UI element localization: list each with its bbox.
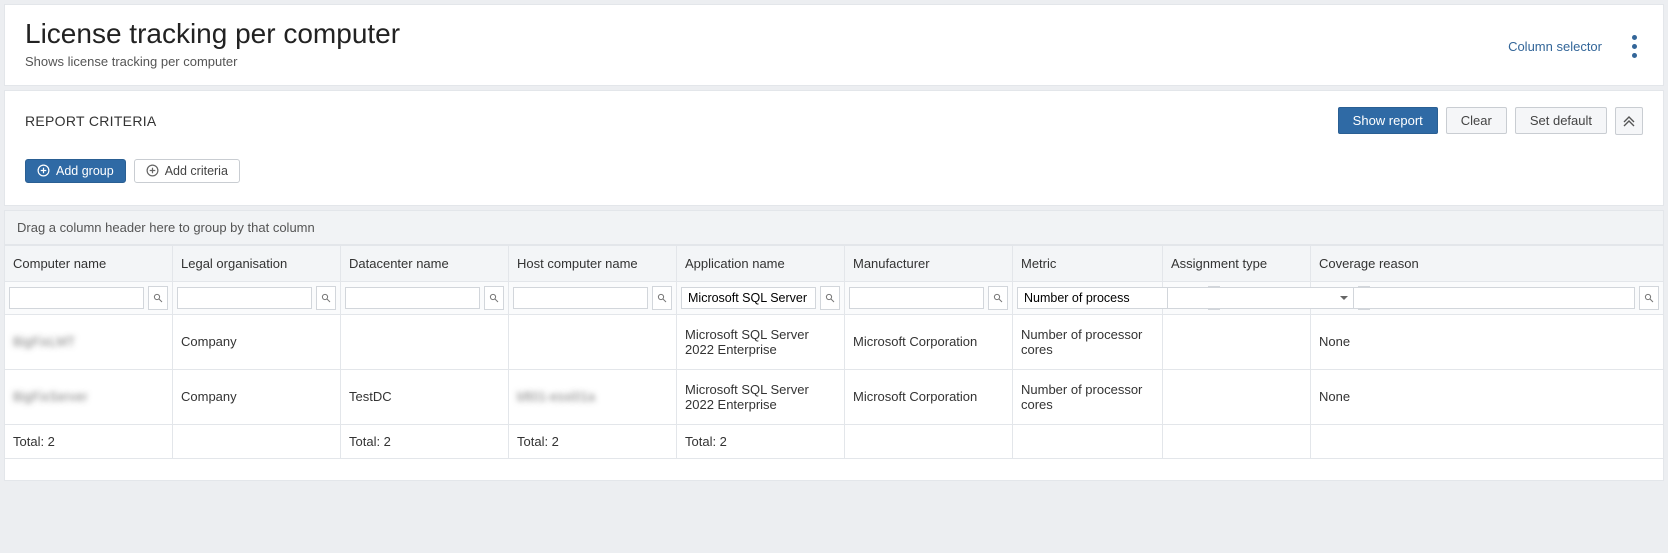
cell-metric: Number of processor cores	[1013, 369, 1163, 424]
cell-coverage: None	[1311, 314, 1664, 369]
add-criteria-button[interactable]: Add criteria	[134, 159, 240, 183]
group-hint[interactable]: Drag a column header here to group by th…	[4, 210, 1664, 245]
footer-computer-name: Total: 2	[5, 424, 173, 458]
cell-legal-org: Company	[173, 314, 341, 369]
filter-op-icon[interactable]	[1639, 286, 1659, 310]
footer-coverage	[1311, 424, 1664, 458]
footer-metric	[1013, 424, 1163, 458]
footer-manufacturer	[845, 424, 1013, 458]
cell-host: bft01-esxi01a	[509, 369, 677, 424]
add-criteria-label: Add criteria	[165, 164, 228, 178]
header-actions: Column selector	[1508, 19, 1643, 60]
cell-assignment	[1163, 314, 1311, 369]
page-header: License tracking per computer Shows lice…	[4, 4, 1664, 86]
plus-circle-icon	[146, 164, 159, 177]
report-criteria-panel: REPORT CRITERIA Show report Clear Set de…	[4, 90, 1664, 206]
cell-manufacturer: Microsoft Corporation	[845, 369, 1013, 424]
filter-manufacturer[interactable]	[849, 287, 984, 309]
filter-legal-org[interactable]	[177, 287, 312, 309]
col-coverage[interactable]: Coverage reason	[1311, 245, 1664, 281]
filter-op-icon[interactable]	[484, 286, 504, 310]
column-selector-link[interactable]: Column selector	[1508, 39, 1602, 54]
cell-assignment	[1163, 369, 1311, 424]
plus-circle-icon	[37, 164, 50, 177]
col-application[interactable]: Application name	[677, 245, 845, 281]
page-title: License tracking per computer	[25, 19, 400, 50]
filter-op-icon[interactable]	[988, 286, 1008, 310]
footer-legal-org	[173, 424, 341, 458]
filter-application[interactable]	[681, 287, 816, 309]
col-datacenter[interactable]: Datacenter name	[341, 245, 509, 281]
col-legal-org[interactable]: Legal organisation	[173, 245, 341, 281]
cell-metric: Number of processor cores	[1013, 314, 1163, 369]
filter-datacenter[interactable]	[345, 287, 480, 309]
footer-assignment	[1163, 424, 1311, 458]
filter-op-icon[interactable]	[820, 286, 840, 310]
footer-host: Total: 2	[509, 424, 677, 458]
results-table-wrap: Drag a column header here to group by th…	[4, 210, 1664, 481]
criteria-actions: Show report Clear Set default	[1338, 107, 1643, 135]
add-group-label: Add group	[56, 164, 114, 178]
filter-host[interactable]	[513, 287, 648, 309]
cell-computer-name: BigFixLMT	[5, 314, 173, 369]
add-group-button[interactable]: Add group	[25, 159, 126, 183]
col-metric[interactable]: Metric	[1013, 245, 1163, 281]
header-row: Computer name Legal organisation Datacen…	[5, 245, 1664, 281]
cell-datacenter	[341, 314, 509, 369]
cell-coverage: None	[1311, 369, 1664, 424]
cell-manufacturer: Microsoft Corporation	[845, 314, 1013, 369]
cell-application: Microsoft SQL Server 2022 Enterprise	[677, 314, 845, 369]
filter-assignment[interactable]	[1167, 287, 1354, 309]
filter-computer-name[interactable]	[9, 287, 144, 309]
cell-computer-name: BigFixServer	[5, 369, 173, 424]
cell-application: Microsoft SQL Server 2022 Enterprise	[677, 369, 845, 424]
cell-datacenter: TestDC	[341, 369, 509, 424]
criteria-title: REPORT CRITERIA	[25, 113, 157, 129]
clear-button[interactable]: Clear	[1446, 107, 1507, 134]
col-computer-name[interactable]: Computer name	[5, 245, 173, 281]
more-menu-icon[interactable]	[1626, 33, 1643, 60]
footer-datacenter: Total: 2	[341, 424, 509, 458]
col-assignment[interactable]: Assignment type	[1163, 245, 1311, 281]
col-host[interactable]: Host computer name	[509, 245, 677, 281]
table-row[interactable]: BigFixServer Company TestDC bft01-esxi01…	[5, 369, 1664, 424]
table-row[interactable]: BigFixLMT Company Microsoft SQL Server 2…	[5, 314, 1664, 369]
header-text: License tracking per computer Shows lice…	[25, 19, 400, 69]
footer-row: Total: 2 Total: 2 Total: 2 Total: 2	[5, 424, 1664, 458]
footer-application: Total: 2	[677, 424, 845, 458]
set-default-button[interactable]: Set default	[1515, 107, 1607, 134]
filter-row	[5, 281, 1664, 314]
cell-legal-org: Company	[173, 369, 341, 424]
results-table: Computer name Legal organisation Datacen…	[4, 245, 1664, 481]
show-report-button[interactable]: Show report	[1338, 107, 1438, 134]
page-subtitle: Shows license tracking per computer	[25, 54, 400, 69]
cell-host	[509, 314, 677, 369]
col-manufacturer[interactable]: Manufacturer	[845, 245, 1013, 281]
spacer-row	[5, 458, 1664, 480]
filter-op-icon[interactable]	[652, 286, 672, 310]
collapse-icon[interactable]	[1615, 107, 1643, 135]
filter-coverage[interactable]	[1315, 287, 1635, 309]
filter-op-icon[interactable]	[148, 286, 168, 310]
filter-op-icon[interactable]	[316, 286, 336, 310]
